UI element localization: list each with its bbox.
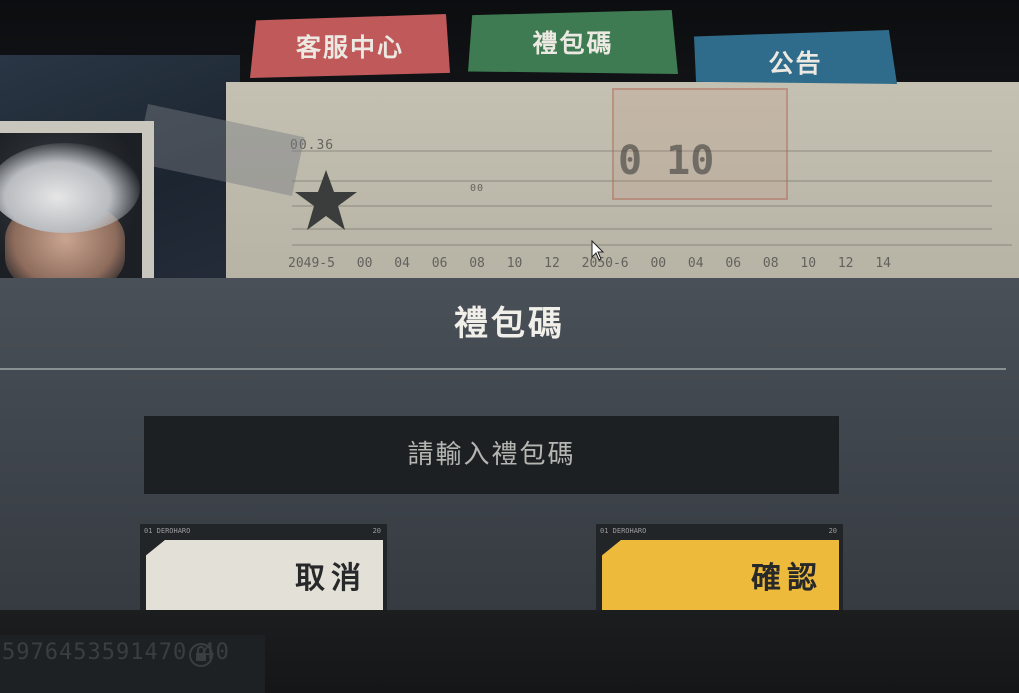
tab-notice[interactable]: 公告 [694,30,897,84]
star-emblem-icon [295,170,357,230]
lock-icon [189,643,213,667]
dialog-divider [0,368,1006,370]
tab-gift-code[interactable]: 禮包碼 [468,10,678,74]
cancel-button[interactable]: 01 DEROHARO 20 取消 [140,524,387,610]
character-portrait [0,133,142,278]
doc-line [292,244,1012,246]
stamp-text: 0 10 [618,138,715,184]
button-strip-label: 01 DEROHARO [144,527,191,535]
doc-mid-text: 00 [470,183,485,194]
button-strip-label: 01 DEROHARO [600,527,647,535]
timeline-axis: 2049-5 00 04 06 08 10 12 2050-6 00 04 06… [288,256,891,271]
button-strip-number: 20 [372,527,381,535]
confirm-button-face: 確認 [602,540,839,610]
confirm-button[interactable]: 01 DEROHARO 20 確認 [596,524,843,610]
tab-notice-label: 公告 [768,49,823,78]
doc-line [292,205,992,207]
confirm-button-label: 確認 [751,561,823,596]
mouse-cursor-icon [591,240,605,261]
tab-customer-service-label: 客服中心 [295,33,404,62]
tab-gift-code-label: 禮包碼 [532,29,614,58]
character-hair [0,143,140,233]
gift-code-input[interactable] [144,416,839,494]
tab-customer-service[interactable]: 客服中心 [250,14,450,78]
button-strip-number: 20 [828,527,837,535]
cancel-button-face: 取消 [146,540,383,610]
cancel-button-label: 取消 [295,561,367,596]
doc-line [292,228,992,230]
dialog-title: 禮包碼 [454,304,565,344]
